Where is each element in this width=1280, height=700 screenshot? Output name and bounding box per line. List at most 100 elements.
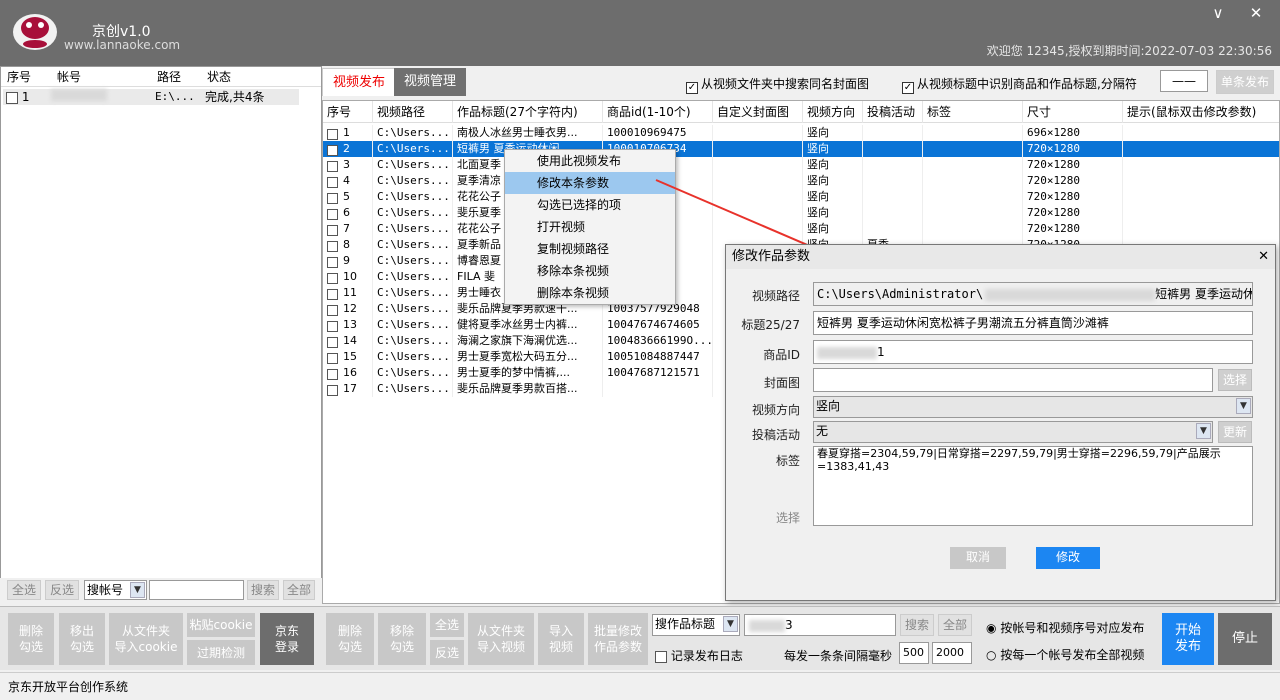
radio-empty-icon[interactable]: ○ (986, 648, 996, 662)
table-row[interactable]: 5C:\Users...花花公子981竖向720×1280 (323, 189, 1279, 205)
close-icon[interactable]: ✕ (1244, 3, 1268, 23)
video-search-button[interactable]: 搜索 (900, 614, 934, 636)
tags-select-link[interactable]: 选择 (726, 509, 800, 526)
row-no-cell: 2 (323, 141, 373, 157)
row-checkbox[interactable] (327, 208, 338, 220)
cover-input[interactable] (813, 368, 1213, 392)
video-search-input[interactable]: 3 (744, 614, 896, 636)
remove-checked-videos-button[interactable]: 移除 勾选 (378, 613, 426, 665)
account-row-checkbox[interactable] (6, 91, 18, 104)
path-field[interactable]: C:\Users\Administrator\ 短裤男 夏季运动休闲宽 (813, 282, 1253, 306)
title-parse-checkbox[interactable]: ✓ 从视频标题中识别商品和作品标题,分隔符 (902, 77, 1137, 94)
import-cookie-button[interactable]: 从文件夹 导入cookie (109, 613, 183, 665)
row-checkbox[interactable] (327, 176, 338, 188)
row-sku-cell: 10051084887447 (603, 349, 713, 365)
row-no: 10 (343, 270, 357, 283)
video-all-button[interactable]: 全部 (938, 614, 972, 636)
table-row[interactable]: 2C:\Users...短裤男 夏季运动休闲...100010706734竖向7… (323, 141, 1279, 157)
dialog-cancel-button[interactable]: 取消 (950, 547, 1006, 569)
interval-max-input[interactable]: 2000 (932, 642, 972, 664)
row-checkbox[interactable] (327, 304, 338, 316)
context-menu-item[interactable]: 勾选已选择的项 (505, 194, 675, 216)
context-menu-item[interactable]: 复制视频路径 (505, 238, 675, 260)
row-checkbox[interactable] (327, 160, 338, 172)
context-menu-item[interactable]: 移除本条视频 (505, 260, 675, 282)
single-publish-button[interactable]: 单条发布 (1216, 70, 1274, 94)
tags-textarea[interactable]: 春夏穿搭=2304,59,79|日常穿搭=2297,59,79|男士穿搭=229… (813, 446, 1253, 526)
row-checkbox[interactable] (327, 320, 338, 332)
video-table-header-cell: 尺寸 (1023, 101, 1123, 123)
table-row[interactable]: 6C:\Users...斐乐夏季560竖向720×1280 (323, 205, 1279, 221)
log-checkbox-box[interactable] (655, 650, 667, 663)
radio-selected-icon[interactable]: ◉ (986, 621, 996, 635)
batch-edit-button[interactable]: 批量修改 作品参数 (588, 613, 648, 665)
direction-select[interactable]: 竖向 ▼ (813, 396, 1253, 418)
row-checkbox[interactable] (327, 256, 338, 268)
title-input[interactable]: 短裤男 夏季运动休闲宽松裤子男潮流五分裤直筒沙滩裤 (813, 311, 1253, 335)
row-checkbox[interactable] (327, 288, 338, 300)
row-checkbox[interactable] (327, 384, 338, 396)
video-table-header: 序号 视频路径 作品标题(27个字符内) 商品id(1-10个) 自定义封面图 视频方向投… (323, 101, 1279, 123)
delete-checked-accounts-button[interactable]: 删除 勾选 (8, 613, 54, 665)
account-search-mode-select[interactable]: 搜帐号 ▼ (84, 580, 147, 600)
import-video-button[interactable]: 导入 视频 (538, 613, 584, 665)
log-checkbox[interactable]: 记录发布日志 (655, 647, 743, 664)
dialog-confirm-button[interactable]: 修改 (1036, 547, 1100, 569)
table-row[interactable]: 1 C:\Users... 南极人冰丝男士睡衣男... 100010969475 竖向 6… (323, 125, 1279, 141)
video-select-all-button[interactable]: 全选 (430, 613, 464, 637)
expiry-check-button[interactable]: 过期检测 (187, 640, 255, 665)
stop-button[interactable]: 停止 (1218, 613, 1272, 665)
path-redacted (985, 288, 1156, 301)
cover-select-button[interactable]: 选择 (1218, 369, 1252, 391)
account-all-button[interactable]: 全部 (283, 580, 315, 600)
context-menu-item[interactable]: 修改本条参数 (505, 172, 675, 194)
account-row[interactable]: 1 E:\... 完成,共4条 (3, 89, 299, 105)
row-checkbox[interactable] (327, 272, 338, 284)
context-menu-item[interactable]: 使用此视频发布 (505, 150, 675, 172)
account-invert-button[interactable]: 反选 (45, 580, 79, 600)
context-menu-item[interactable]: 删除本条视频 (505, 282, 675, 304)
import-folder-video-button[interactable]: 从文件夹 导入视频 (468, 613, 534, 665)
separator-input[interactable]: —— (1160, 70, 1208, 92)
row-checkbox[interactable] (327, 336, 338, 348)
interval-min-input[interactable]: 500 (899, 642, 929, 664)
video-invert-button[interactable]: 反选 (430, 640, 464, 665)
sku-input[interactable]: 1 (813, 340, 1253, 364)
row-checkbox[interactable] (327, 368, 338, 380)
activity-select[interactable]: 无 ▼ (813, 421, 1213, 443)
dialog-close-icon[interactable]: ✕ (1258, 245, 1269, 269)
delete-checked-videos-button[interactable]: 删除 勾选 (326, 613, 374, 665)
remove-checked-accounts-button[interactable]: 移出 勾选 (59, 613, 105, 665)
row-empty-cell (1123, 141, 1279, 157)
table-row[interactable]: 4C:\Users...夏季清凉432竖向720×1280 (323, 173, 1279, 189)
account-search-button[interactable]: 搜索 (247, 580, 279, 600)
tab-video-manage[interactable]: 视频管理 (394, 68, 467, 96)
row-no-cell: 4 (323, 173, 373, 189)
account-search-input[interactable] (149, 580, 244, 600)
mode-radio-all[interactable]: ○ 按每一个帐号发布全部视频 (986, 646, 1144, 663)
row-checkbox[interactable] (327, 240, 338, 252)
row-empty-cell (713, 205, 803, 221)
row-path-cell: C:\Users... (373, 141, 453, 157)
table-row[interactable]: 3C:\Users...北面夏季432竖向720×1280 (323, 157, 1279, 173)
row-checkbox[interactable] (327, 192, 338, 204)
paste-cookie-button[interactable]: 粘贴cookie (187, 613, 255, 637)
row-checkbox[interactable] (327, 128, 338, 140)
jd-login-button[interactable]: 京东 登录 (260, 613, 314, 665)
row-checkbox[interactable] (327, 144, 338, 156)
table-row[interactable]: 7 C:\Users... 花花公子 竖向 720×1280 (323, 221, 1279, 237)
row-sku-cell: 10047674674605 (603, 317, 713, 333)
tab-video-publish[interactable]: 视频发布 (322, 68, 397, 96)
account-select-all-button[interactable]: 全选 (7, 580, 41, 600)
minimize-icon[interactable]: ∨ (1206, 3, 1230, 23)
start-publish-button[interactable]: 开始 发布 (1162, 613, 1214, 665)
cover-search-checkbox[interactable]: ✓ 从视频文件夹中搜索同名封面图 (686, 77, 869, 94)
row-checkbox[interactable] (327, 224, 338, 236)
mode-radio-match[interactable]: ◉ 按帐号和视频序号对应发布 (986, 619, 1144, 636)
activity-update-button[interactable]: 更新 (1218, 421, 1252, 443)
row-empty-cell (923, 221, 1023, 237)
row-no-cell: 5 (323, 189, 373, 205)
row-checkbox[interactable] (327, 352, 338, 364)
video-search-mode-select[interactable]: 搜作品标题 ▼ (652, 614, 740, 636)
context-menu-item[interactable]: 打开视频 (505, 216, 675, 238)
